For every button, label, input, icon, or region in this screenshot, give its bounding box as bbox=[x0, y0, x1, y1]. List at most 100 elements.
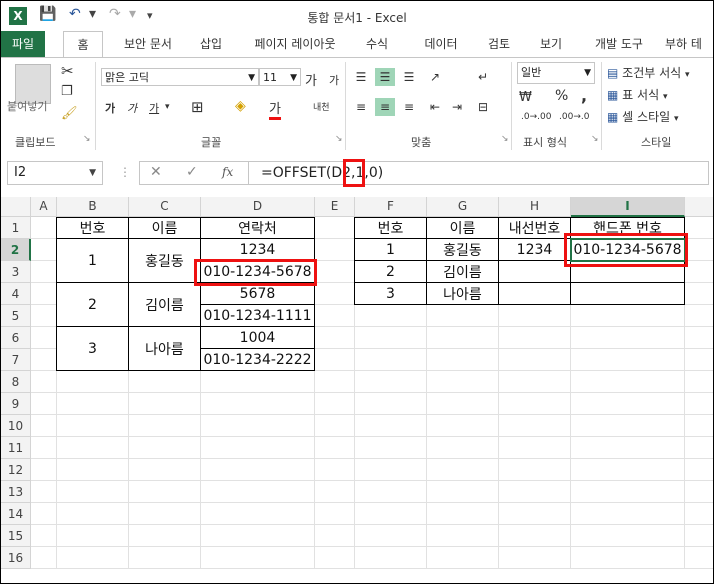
table2-number-cell[interactable]: 1 bbox=[354, 239, 427, 261]
copy-icon[interactable]: ❐ bbox=[61, 84, 73, 99]
row-header-1[interactable]: 1 bbox=[1, 217, 31, 239]
alignment-launcher-icon[interactable]: ↘ bbox=[501, 134, 509, 144]
column-header-a[interactable]: A bbox=[31, 197, 57, 217]
shrink-font-button[interactable]: 가 bbox=[329, 72, 339, 88]
font-name-select[interactable]: 맑은 고딕 ▼ bbox=[101, 68, 259, 86]
merge-center-icon[interactable]: ⊟ bbox=[473, 98, 493, 116]
paste-button[interactable]: 붙여넣기 bbox=[7, 98, 47, 114]
row-header-15[interactable]: 15 bbox=[1, 525, 31, 547]
table2-header-number[interactable]: 번호 bbox=[354, 217, 427, 239]
row-header-2[interactable]: 2 bbox=[1, 239, 31, 261]
tab-page-layout[interactable]: 페이지 레이아웃 bbox=[241, 31, 349, 57]
accounting-format-icon[interactable]: ₩ bbox=[519, 90, 532, 105]
column-header-e[interactable]: E bbox=[315, 197, 355, 217]
table2-number-cell[interactable]: 3 bbox=[354, 283, 427, 305]
tab-insert[interactable]: 삽입 bbox=[191, 31, 231, 57]
table2-extension-cell[interactable]: 1234 bbox=[499, 239, 571, 261]
comma-style-button[interactable]: , bbox=[581, 86, 587, 105]
orientation-icon[interactable]: ↗ bbox=[425, 68, 445, 86]
row-header-14[interactable]: 14 bbox=[1, 503, 31, 525]
fill-color-icon[interactable]: ◈ bbox=[235, 98, 246, 114]
font-launcher-icon[interactable]: ↘ bbox=[335, 134, 343, 144]
grow-font-button[interactable]: 가 bbox=[305, 70, 317, 89]
table1-name-cell[interactable]: 김이름 bbox=[129, 283, 201, 327]
increase-indent-icon[interactable]: ⇥ bbox=[447, 98, 467, 116]
row-header-4[interactable]: 4 bbox=[1, 283, 31, 305]
table1-number-cell[interactable]: 3 bbox=[56, 327, 129, 371]
row-header-8[interactable]: 8 bbox=[1, 371, 31, 393]
percent-style-button[interactable]: % bbox=[555, 88, 568, 104]
table2-header-extension[interactable]: 내선번호 bbox=[499, 217, 571, 239]
table2-mobile-cell[interactable] bbox=[571, 283, 685, 305]
row-header-12[interactable]: 12 bbox=[1, 459, 31, 481]
select-all-corner[interactable] bbox=[1, 197, 31, 217]
table2-name-cell[interactable]: 홍길동 bbox=[427, 239, 499, 261]
column-header-b[interactable]: B bbox=[57, 197, 129, 217]
increase-decimal-icon[interactable]: .0→.00 bbox=[521, 112, 551, 122]
align-top-icon[interactable]: ☰ bbox=[351, 68, 371, 86]
table1-header-name[interactable]: 이름 bbox=[129, 217, 201, 239]
align-middle-icon[interactable]: ☰ bbox=[375, 68, 395, 86]
table2-header-name[interactable]: 이름 bbox=[427, 217, 499, 239]
tab-secure-document[interactable]: 보안 문서 bbox=[111, 31, 185, 57]
row-header-6[interactable]: 6 bbox=[1, 327, 31, 349]
row-header-3[interactable]: 3 bbox=[1, 261, 31, 283]
column-header-i[interactable]: I bbox=[571, 197, 685, 217]
number-launcher-icon[interactable]: ↘ bbox=[591, 134, 599, 144]
decrease-indent-icon[interactable]: ⇤ bbox=[425, 98, 445, 116]
column-header-f[interactable]: F bbox=[355, 197, 427, 217]
column-header-h[interactable]: H bbox=[499, 197, 571, 217]
font-color-button[interactable]: 가 bbox=[269, 98, 281, 120]
cancel-icon[interactable]: ✕ bbox=[150, 164, 162, 180]
table1-extension-cell[interactable]: 5678 bbox=[201, 283, 315, 305]
table1-name-cell[interactable]: 홍길동 bbox=[129, 239, 201, 283]
row-header-10[interactable]: 10 bbox=[1, 415, 31, 437]
wrap-text-icon[interactable]: ↵ bbox=[473, 68, 493, 86]
format-as-table-button[interactable]: ▦ 표 서식 ▾ bbox=[607, 86, 667, 103]
name-box[interactable]: I2 ▼ bbox=[7, 161, 103, 185]
tab-home[interactable]: 홈 bbox=[63, 31, 103, 57]
bold-button[interactable]: 가 bbox=[105, 100, 115, 116]
tab-load-test[interactable]: 부하 테 bbox=[665, 31, 713, 57]
cell-styles-button[interactable]: ▦ 셀 스타일 ▾ bbox=[607, 108, 679, 125]
underline-button[interactable]: 가 bbox=[149, 100, 159, 116]
cut-icon[interactable]: ✂ bbox=[61, 62, 74, 80]
tab-review[interactable]: 검토 bbox=[477, 31, 521, 57]
underline-dropdown-icon[interactable]: ▾ bbox=[165, 102, 170, 112]
enter-icon[interactable]: ✓ bbox=[186, 164, 198, 180]
table1-header-contact[interactable]: 연락처 bbox=[201, 217, 315, 239]
table1-extension-cell[interactable]: 1004 bbox=[201, 327, 315, 349]
tab-developer[interactable]: 개발 도구 bbox=[585, 31, 653, 57]
table2-extension-cell[interactable] bbox=[499, 261, 571, 283]
row-header-5[interactable]: 5 bbox=[1, 305, 31, 327]
clipboard-launcher-icon[interactable]: ↘ bbox=[83, 134, 91, 144]
decrease-decimal-icon[interactable]: .00→.0 bbox=[559, 112, 589, 122]
table1-phone-cell[interactable]: 010-1234-1111 bbox=[201, 305, 315, 327]
format-painter-icon[interactable]: 🖌 bbox=[61, 106, 78, 121]
row-header-11[interactable]: 11 bbox=[1, 437, 31, 459]
row-header-9[interactable]: 9 bbox=[1, 393, 31, 415]
conditional-formatting-button[interactable]: ▤ 조건부 서식 ▾ bbox=[607, 64, 690, 81]
align-left-icon[interactable]: ≡ bbox=[351, 98, 371, 116]
align-bottom-icon[interactable]: ☰ bbox=[399, 68, 419, 86]
column-header-j[interactable] bbox=[685, 197, 713, 217]
font-size-select[interactable]: 11 ▼ bbox=[259, 68, 301, 86]
table2-number-cell[interactable]: 2 bbox=[354, 261, 427, 283]
phonetic-button[interactable]: 내천 bbox=[313, 100, 330, 113]
table1-extension-cell[interactable]: 1234 bbox=[201, 239, 315, 261]
row-header-16[interactable]: 16 bbox=[1, 547, 31, 569]
table1-number-cell[interactable]: 2 bbox=[56, 283, 129, 327]
table2-name-cell[interactable]: 나아름 bbox=[427, 283, 499, 305]
table1-header-number[interactable]: 번호 bbox=[56, 217, 129, 239]
table2-extension-cell[interactable] bbox=[499, 283, 571, 305]
border-icon[interactable]: ⊞ bbox=[191, 98, 204, 116]
table1-name-cell[interactable]: 나아름 bbox=[129, 327, 201, 371]
insert-function-icon[interactable]: fx bbox=[222, 165, 233, 179]
formula-input[interactable]: =OFFSET(D2,1,0) bbox=[249, 161, 709, 185]
table1-number-cell[interactable]: 1 bbox=[56, 239, 129, 283]
tab-formulas[interactable]: 수식 bbox=[357, 31, 397, 57]
row-header-7[interactable]: 7 bbox=[1, 349, 31, 371]
tab-data[interactable]: 데이터 bbox=[413, 31, 469, 57]
table2-name-cell[interactable]: 김이름 bbox=[427, 261, 499, 283]
column-header-g[interactable]: G bbox=[427, 197, 499, 217]
